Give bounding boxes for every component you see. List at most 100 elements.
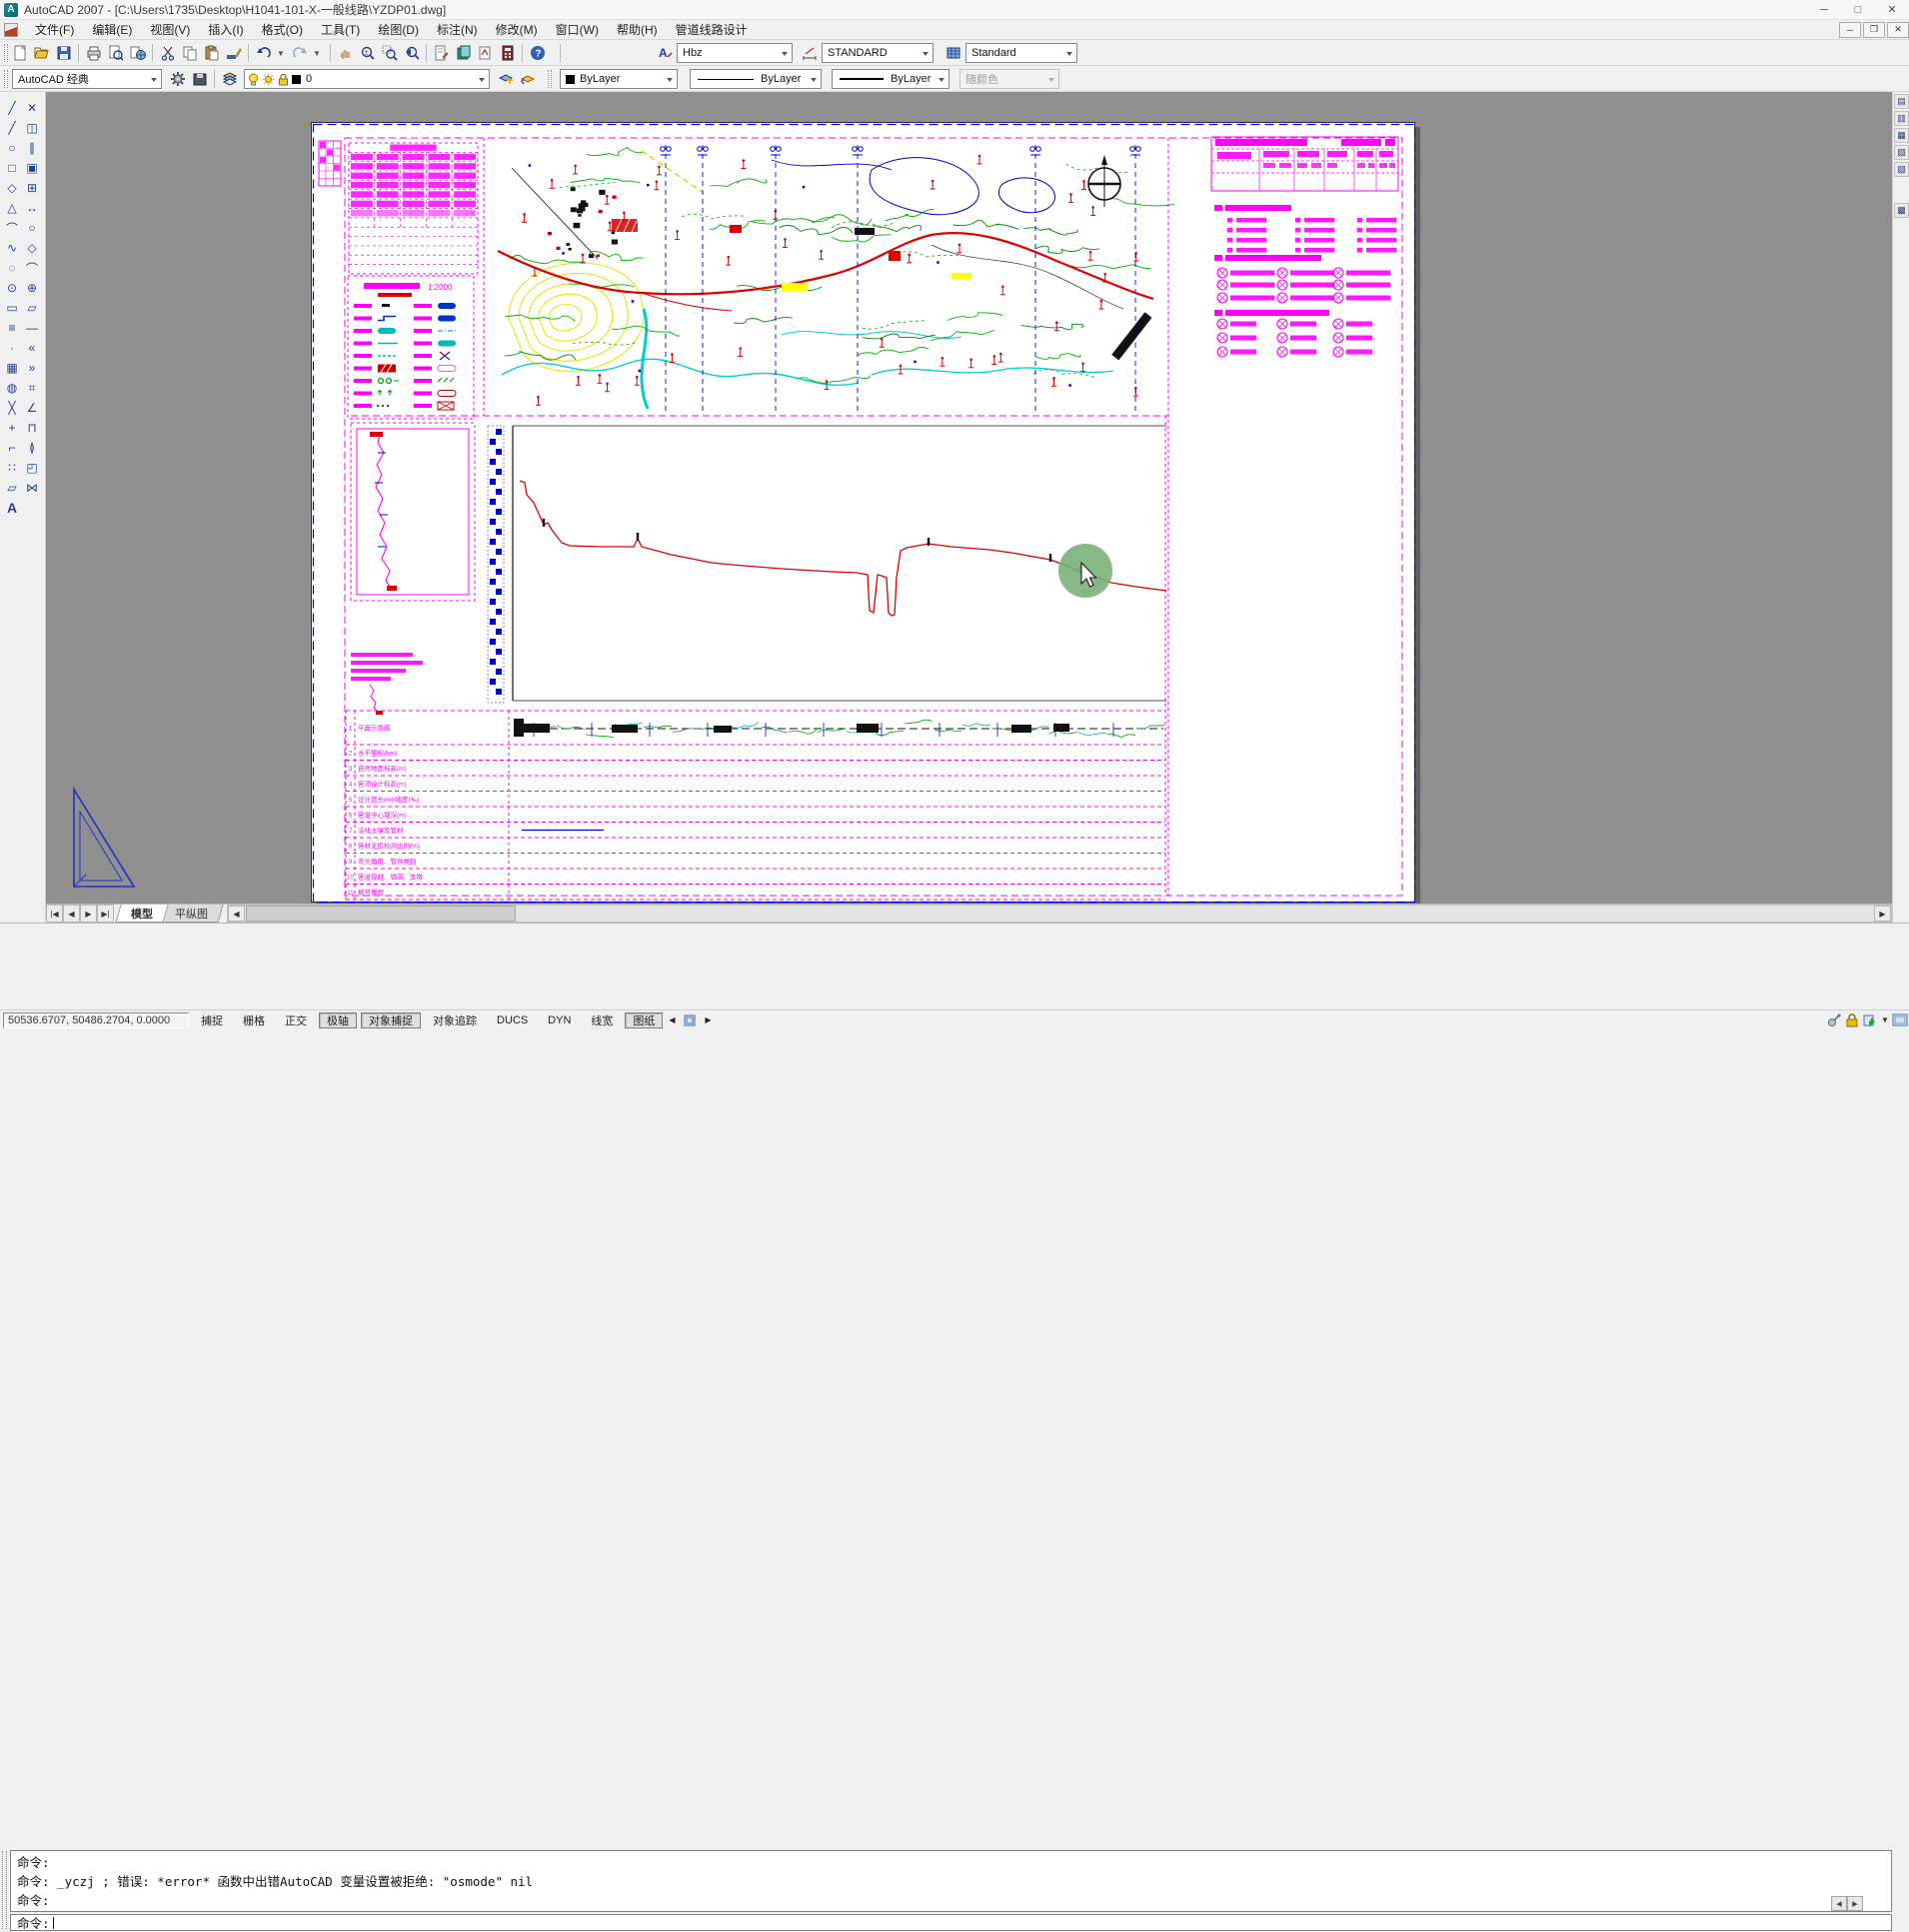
- menu-edit[interactable]: 编辑(E): [83, 19, 141, 40]
- scroll-left-arrow[interactable]: ◀: [228, 906, 245, 922]
- modify-tool-button[interactable]: ⊞: [22, 178, 42, 198]
- docked-tool-button[interactable]: ▤: [1894, 94, 1909, 109]
- plot-button[interactable]: [84, 43, 104, 63]
- make-object-layer-current-icon[interactable]: [496, 69, 516, 89]
- table-style-icon[interactable]: [944, 43, 963, 63]
- docked-tool-button[interactable]: ▦: [1894, 128, 1909, 143]
- modify-tool-button[interactable]: [22, 498, 42, 518]
- toggle-osnap[interactable]: 对象捕捉: [361, 1012, 421, 1028]
- undo-button[interactable]: [254, 43, 274, 63]
- toggle-dyn[interactable]: DYN: [540, 1012, 579, 1028]
- menu-pipeline-design[interactable]: 管道线路设计: [667, 19, 757, 40]
- menu-window[interactable]: 窗口(W): [547, 19, 608, 40]
- draw-tool-button[interactable]: ≡: [2, 318, 22, 338]
- draw-tool-button[interactable]: A: [2, 498, 22, 518]
- draw-tool-button[interactable]: ∿: [2, 238, 22, 258]
- menu-tools[interactable]: 工具(T): [312, 19, 369, 40]
- viewport-prev-arrow[interactable]: ◀: [663, 1012, 681, 1028]
- command-history-scrollbar[interactable]: ◀ ▶: [1831, 1896, 1883, 1911]
- workspace-settings-icon[interactable]: [168, 69, 188, 89]
- command-history[interactable]: 命令:命令: _yczj ; 错误: *error* 函数中出错AutoCAD …: [10, 1850, 1892, 1912]
- modify-tool-button[interactable]: ⌒: [22, 258, 42, 278]
- toggle-ortho[interactable]: 正交: [277, 1012, 315, 1028]
- status-tray-menu-arrow[interactable]: ▼: [1879, 1015, 1891, 1024]
- match-properties-button[interactable]: [224, 43, 244, 63]
- draw-tool-button[interactable]: ⌐: [2, 438, 22, 458]
- toolbar-grip[interactable]: [4, 44, 8, 62]
- menu-format[interactable]: 格式(O): [253, 19, 312, 40]
- save-workspace-icon[interactable]: [190, 69, 210, 89]
- modify-tool-button[interactable]: ⊓: [22, 418, 42, 438]
- plot-preview-button[interactable]: [106, 43, 126, 63]
- modify-tool-button[interactable]: ⊕: [22, 278, 42, 298]
- tab-model[interactable]: 模型: [115, 905, 168, 923]
- markup-set-manager-button[interactable]: [476, 43, 496, 63]
- menu-file[interactable]: 文件(F): [26, 19, 83, 40]
- undo-dropdown-arrow[interactable]: ▼: [276, 43, 286, 63]
- lineweight-combo[interactable]: ByLayer: [832, 69, 950, 89]
- layer-manager-icon[interactable]: [220, 69, 240, 89]
- viewport-next-arrow[interactable]: ▶: [699, 1012, 717, 1028]
- text-style-icon[interactable]: A: [655, 43, 675, 63]
- toggle-otrack[interactable]: 对象追踪: [425, 1012, 485, 1028]
- modify-tool-button[interactable]: —: [22, 318, 42, 338]
- sheet-set-manager-button[interactable]: [454, 43, 474, 63]
- first-tab-button[interactable]: |◀: [46, 905, 63, 923]
- draw-tool-button[interactable]: ◇: [2, 178, 22, 198]
- toggle-snap[interactable]: 捕捉: [193, 1012, 231, 1028]
- publish-button[interactable]: [128, 43, 148, 63]
- linetype-combo[interactable]: ByLayer: [690, 69, 822, 89]
- redo-button[interactable]: [290, 43, 310, 63]
- new-button[interactable]: [10, 43, 30, 63]
- docked-tool-button[interactable]: ▩: [1894, 203, 1909, 218]
- zoom-previous-button[interactable]: [402, 43, 422, 63]
- toggle-ducs[interactable]: DUCS: [489, 1012, 536, 1028]
- menu-help[interactable]: 帮助(H): [608, 19, 667, 40]
- modify-tool-button[interactable]: ▱: [22, 298, 42, 318]
- zoom-window-button[interactable]: [380, 43, 400, 63]
- toolbar-lock-icon[interactable]: [1843, 1012, 1861, 1028]
- mdi-minimize-button[interactable]: ─: [1839, 22, 1861, 38]
- pan-button[interactable]: [336, 43, 356, 63]
- docked-tool-button[interactable]: ▧: [1894, 145, 1909, 160]
- modify-tool-button[interactable]: ◰: [22, 458, 42, 478]
- tab-pingzongtu[interactable]: 平纵图: [159, 905, 223, 923]
- modify-tool-button[interactable]: ⋈: [22, 478, 42, 498]
- modify-tool-button[interactable]: ↔: [22, 198, 42, 218]
- modify-tool-button[interactable]: ∠: [22, 398, 42, 418]
- help-button[interactable]: ?: [528, 43, 548, 63]
- draw-tool-button[interactable]: □: [2, 158, 22, 178]
- maximize-button[interactable]: □: [1841, 0, 1875, 20]
- modify-tool-button[interactable]: ◫: [22, 118, 42, 138]
- mdi-restore-button[interactable]: ❐: [1863, 22, 1885, 38]
- menu-insert[interactable]: 插入(I): [199, 19, 252, 40]
- draw-tool-button[interactable]: △: [2, 198, 22, 218]
- menu-view[interactable]: 视图(V): [141, 19, 199, 40]
- minimize-button[interactable]: ─: [1807, 0, 1841, 20]
- open-button[interactable]: [32, 43, 52, 63]
- draw-tool-button[interactable]: ⌒: [2, 218, 22, 238]
- menu-modify[interactable]: 修改(M): [487, 19, 547, 40]
- communication-center-icon[interactable]: [1825, 1012, 1843, 1028]
- modify-tool-button[interactable]: ✕: [22, 98, 42, 118]
- toggle-lwt[interactable]: 线宽: [583, 1012, 621, 1028]
- modify-tool-button[interactable]: »: [22, 358, 42, 378]
- viewport-sheet-icon[interactable]: [681, 1012, 699, 1028]
- cmd-scroll-left-arrow[interactable]: ◀: [1831, 1896, 1847, 1911]
- layout-paper-sheet[interactable]: 1:2000 平面示意图1水平里程(km)2自然地面标高(m)3管顶设计标高(m…: [311, 122, 1415, 903]
- table-style-combo[interactable]: Standard: [965, 43, 1077, 63]
- command-window-grip[interactable]: [2, 1851, 7, 1929]
- draw-tool-button[interactable]: ▦: [2, 358, 22, 378]
- docked-tool-button[interactable]: ▨: [1894, 162, 1909, 177]
- scroll-right-arrow[interactable]: ▶: [1874, 906, 1891, 922]
- zoom-realtime-button[interactable]: ±: [358, 43, 378, 63]
- modify-tool-button[interactable]: ∥: [22, 138, 42, 158]
- layer-combo[interactable]: 0: [244, 69, 490, 89]
- horizontal-scrollbar[interactable]: ◀ ▶: [227, 905, 1892, 923]
- drawing-canvas[interactable]: 1:2000 平面示意图1水平里程(km)2自然地面标高(m)3管顶设计标高(m…: [46, 92, 1892, 904]
- toggle-paper[interactable]: 图纸: [625, 1012, 663, 1028]
- properties-palette-button[interactable]: [432, 43, 452, 63]
- draw-tool-button[interactable]: ∷: [2, 458, 22, 478]
- draw-tool-button[interactable]: ▭: [2, 298, 22, 318]
- next-tab-button[interactable]: ▶: [80, 905, 97, 923]
